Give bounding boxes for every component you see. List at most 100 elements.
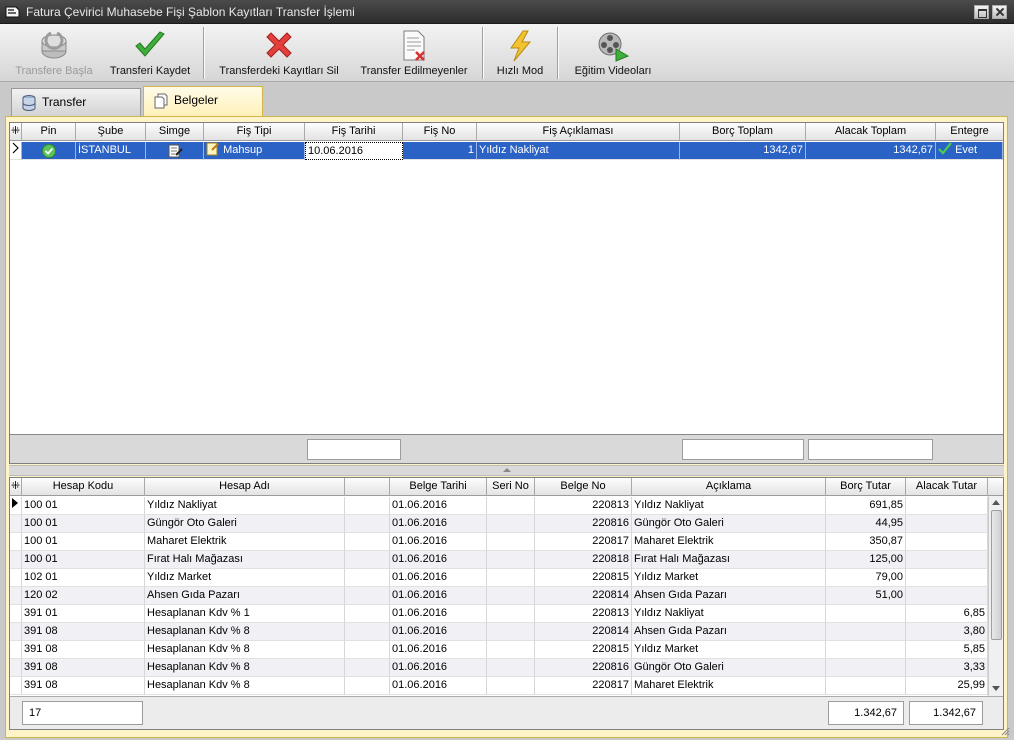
hesap-adi-cell[interactable]: Fırat Halı Mağazası xyxy=(145,551,345,569)
hesap-kodu-cell[interactable]: 100 01 xyxy=(22,533,145,551)
belge-tarihi-cell[interactable]: 01.06.2016 xyxy=(390,677,487,695)
belge-tarihi-cell[interactable]: 01.06.2016 xyxy=(390,569,487,587)
belge-no-cell[interactable]: 220813 xyxy=(535,605,632,623)
borc-cell[interactable] xyxy=(826,605,906,623)
hesap-adi-cell[interactable]: Maharet Elektrik xyxy=(145,533,345,551)
blank-cell[interactable] xyxy=(345,677,390,695)
borc-cell[interactable] xyxy=(826,641,906,659)
belge-no-cell[interactable]: 220818 xyxy=(535,551,632,569)
table-row[interactable]: 391 08 Hesaplanan Kdv % 8 01.06.2016 220817… xyxy=(10,677,988,695)
belge-tarihi-cell[interactable]: 01.06.2016 xyxy=(390,551,487,569)
scroll-down-icon[interactable] xyxy=(992,686,1000,691)
blank-cell[interactable] xyxy=(345,641,390,659)
grid-settings-icon[interactable]: ⁜ xyxy=(10,123,22,141)
col-borc-tutar[interactable]: Borç Tutar xyxy=(826,478,906,496)
seri-no-cell[interactable] xyxy=(487,659,535,677)
borc-cell[interactable]: 51,00 xyxy=(826,587,906,605)
scroll-up-icon[interactable] xyxy=(992,500,1000,505)
hesap-kodu-cell[interactable]: 120 02 xyxy=(22,587,145,605)
fis-tipi-cell[interactable]: Mahsup xyxy=(204,142,305,160)
seri-no-cell[interactable] xyxy=(487,623,535,641)
alacak-cell[interactable]: 3,33 xyxy=(906,659,988,677)
aciklama-cell[interactable]: Ahsen Gıda Pazarı xyxy=(632,587,826,605)
col-fis-tarihi[interactable]: Fiş Tarihi xyxy=(305,123,403,141)
blank-cell[interactable] xyxy=(345,497,390,515)
alacak-cell[interactable] xyxy=(906,515,988,533)
col-blank[interactable] xyxy=(345,478,390,496)
borc-cell[interactable] xyxy=(826,623,906,641)
col-fis-tipi[interactable]: Fiş Tipi xyxy=(204,123,305,141)
aciklama-cell[interactable]: Yıldız Nakliyat xyxy=(632,605,826,623)
aciklama-cell[interactable]: Fırat Halı Mağazası xyxy=(632,551,826,569)
table-row[interactable]: 100 01 Güngör Oto Galeri 01.06.2016 220816 G… xyxy=(10,515,988,533)
fis-no-cell[interactable]: 1 xyxy=(403,142,477,160)
alacak-cell[interactable]: 6,85 xyxy=(906,605,988,623)
table-row[interactable]: 120 02 Ahsen Gıda Pazarı 01.06.2016 220814 A… xyxy=(10,587,988,605)
borc-cell[interactable] xyxy=(826,677,906,695)
alacak-toplam-cell[interactable]: 1342,67 xyxy=(806,142,936,160)
belge-no-cell[interactable]: 220815 xyxy=(535,569,632,587)
hesap-kodu-cell[interactable]: 391 08 xyxy=(22,641,145,659)
table-row[interactable]: 100 01 Maharet Elektrik 01.06.2016 220817 Ma… xyxy=(10,533,988,551)
hesap-adi-cell[interactable]: Güngör Oto Galeri xyxy=(145,515,345,533)
belge-tarihi-cell[interactable]: 01.06.2016 xyxy=(390,515,487,533)
blank-cell[interactable] xyxy=(345,587,390,605)
table-row[interactable]: 391 08 Hesaplanan Kdv % 8 01.06.2016 220814… xyxy=(10,623,988,641)
seri-no-cell[interactable] xyxy=(487,515,535,533)
table-row[interactable]: 391 08 Hesaplanan Kdv % 8 01.06.2016 220815… xyxy=(10,641,988,659)
alacak-cell[interactable] xyxy=(906,497,988,515)
col-fis-no[interactable]: Fiş No xyxy=(403,123,477,141)
aciklama-cell[interactable]: Maharet Elektrik xyxy=(632,677,826,695)
blank-cell[interactable] xyxy=(345,605,390,623)
borc-cell[interactable] xyxy=(826,659,906,677)
alacak-cell[interactable] xyxy=(906,533,988,551)
seri-no-cell[interactable] xyxy=(487,569,535,587)
col-hesap-adi[interactable]: Hesap Adı xyxy=(145,478,345,496)
borc-cell[interactable]: 691,85 xyxy=(826,497,906,515)
pin-cell[interactable] xyxy=(22,142,76,160)
sube-cell[interactable]: İSTANBUL xyxy=(76,142,146,160)
seri-no-cell[interactable] xyxy=(487,497,535,515)
resize-grip-icon[interactable] xyxy=(1000,726,1010,736)
belge-no-cell[interactable]: 220813 xyxy=(535,497,632,515)
blank-cell[interactable] xyxy=(345,623,390,641)
seri-no-cell[interactable] xyxy=(487,533,535,551)
belge-no-cell[interactable]: 220815 xyxy=(535,641,632,659)
borc-cell[interactable]: 44,95 xyxy=(826,515,906,533)
hesap-kodu-cell[interactable]: 391 08 xyxy=(22,623,145,641)
blank-cell[interactable] xyxy=(345,551,390,569)
borc-cell[interactable]: 125,00 xyxy=(826,551,906,569)
col-simge[interactable]: Simge xyxy=(146,123,204,141)
simge-cell[interactable] xyxy=(146,142,204,160)
blank-cell[interactable] xyxy=(345,515,390,533)
alacak-cell[interactable] xyxy=(906,551,988,569)
aciklama-cell[interactable]: Yıldız Market xyxy=(632,641,826,659)
blank-cell[interactable] xyxy=(345,659,390,677)
belge-no-cell[interactable]: 220814 xyxy=(535,587,632,605)
hesap-adi-cell[interactable]: Hesaplanan Kdv % 8 xyxy=(145,623,345,641)
seri-no-cell[interactable] xyxy=(487,677,535,695)
alacak-cell[interactable]: 3,80 xyxy=(906,623,988,641)
seri-no-cell[interactable] xyxy=(487,551,535,569)
aciklama-cell[interactable]: Yıldız Market xyxy=(632,569,826,587)
hesap-adi-cell[interactable]: Ahsen Gıda Pazarı xyxy=(145,587,345,605)
close-button[interactable] xyxy=(992,5,1007,19)
panel-splitter[interactable] xyxy=(9,465,1004,476)
start-transfer-button[interactable]: Transfere Başla xyxy=(8,24,100,82)
table-row[interactable]: 100 01 Fırat Halı Mağazası 01.06.2016 22081… xyxy=(10,551,988,569)
col-fis-aciklamasi[interactable]: Fiş Açıklaması xyxy=(477,123,680,141)
hesap-adi-cell[interactable]: Hesaplanan Kdv % 8 xyxy=(145,677,345,695)
aciklama-cell[interactable]: Maharet Elektrik xyxy=(632,533,826,551)
training-videos-button[interactable]: Eğitim Videoları xyxy=(563,24,663,82)
fast-mode-button[interactable]: Hızlı Mod xyxy=(488,24,552,82)
col-pin[interactable]: Pin xyxy=(22,123,76,141)
hesap-kodu-cell[interactable]: 100 01 xyxy=(22,497,145,515)
col-alacak-toplam[interactable]: Alacak Toplam xyxy=(806,123,936,141)
tab-transfer-operations[interactable]: Transfer İşlemleri xyxy=(11,88,141,135)
alacak-cell[interactable]: 5,85 xyxy=(906,641,988,659)
alacak-cell[interactable]: 25,99 xyxy=(906,677,988,695)
alacak-cell[interactable] xyxy=(906,587,988,605)
hesap-kodu-cell[interactable]: 100 01 xyxy=(22,551,145,569)
col-borc-toplam[interactable]: Borç Toplam xyxy=(680,123,806,141)
col-seri-no[interactable]: Seri No xyxy=(487,478,535,496)
